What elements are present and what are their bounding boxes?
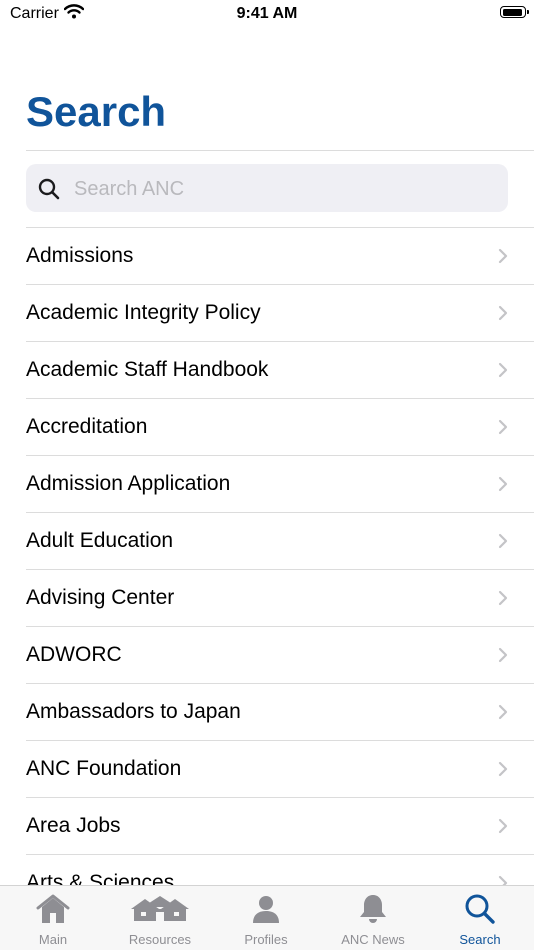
list-item-label: Admissions xyxy=(26,244,134,267)
list-item-label: ADWORC xyxy=(26,643,122,666)
list-item-label: Accreditation xyxy=(26,415,148,438)
buildings-icon xyxy=(107,892,213,926)
tab-bar: Main Resources Profiles ANC News Search xyxy=(0,885,534,950)
list-item[interactable]: ADWORC xyxy=(26,627,534,684)
chevron-right-icon xyxy=(498,476,508,497)
list-item-label: Academic Integrity Policy xyxy=(26,301,261,324)
house-icon xyxy=(0,892,106,926)
page-title: Search xyxy=(26,88,167,135)
chevron-right-icon xyxy=(498,704,508,725)
bell-icon xyxy=(320,892,426,926)
magnifier-icon xyxy=(427,892,533,926)
chevron-right-icon xyxy=(498,590,508,611)
battery-icon xyxy=(500,6,529,18)
list-item[interactable]: Accreditation xyxy=(26,399,534,456)
tab-label: Main xyxy=(38,932,68,947)
tab-resources[interactable]: Resources xyxy=(107,886,213,950)
tab-label: Resources xyxy=(128,932,192,947)
search-field[interactable] xyxy=(26,164,508,214)
list-item[interactable]: Academic Staff Handbook xyxy=(26,342,534,399)
list-item[interactable]: Admissions xyxy=(26,228,534,285)
list-item-label: Adult Education xyxy=(26,529,174,552)
chevron-right-icon xyxy=(498,761,508,782)
list-item-label: ANC Foundation xyxy=(26,757,182,780)
search-icon xyxy=(37,177,61,206)
chevron-right-icon xyxy=(498,305,508,326)
list-item-label: Advising Center xyxy=(26,586,175,609)
list-item-label: Academic Staff Handbook xyxy=(26,358,269,381)
chevron-right-icon xyxy=(498,647,508,668)
list-item[interactable]: Adult Education xyxy=(26,513,534,570)
status-bar: Carrier 9:41 AM xyxy=(0,0,534,28)
chevron-right-icon xyxy=(498,533,508,554)
tab-label: Search xyxy=(459,932,501,947)
list-item[interactable]: ANC Foundation xyxy=(26,741,534,798)
chevron-right-icon xyxy=(498,248,508,269)
list-item[interactable]: Advising Center xyxy=(26,570,534,627)
tab-search[interactable]: Search xyxy=(427,886,533,950)
tab-label: ANC News xyxy=(341,932,405,947)
list-item-label: Ambassadors to Japan xyxy=(26,700,241,723)
list-item[interactable]: Academic Integrity Policy xyxy=(26,285,534,342)
tab-anc-news[interactable]: ANC News xyxy=(320,886,426,950)
person-icon xyxy=(213,892,319,926)
tab-profiles[interactable]: Profiles xyxy=(213,886,319,950)
list-item[interactable]: Ambassadors to Japan xyxy=(26,684,534,741)
list-item[interactable]: Admission Application xyxy=(26,456,534,513)
chevron-right-icon xyxy=(498,818,508,839)
divider xyxy=(26,150,534,151)
chevron-right-icon xyxy=(498,419,508,440)
search-results-list: Admissions Academic Integrity Policy Acade… xyxy=(0,228,534,912)
list-item[interactable]: Area Jobs xyxy=(26,798,534,855)
chevron-right-icon xyxy=(498,362,508,383)
list-item-label: Admission Application xyxy=(26,472,231,495)
status-time: 9:41 AM xyxy=(236,5,298,22)
tab-main[interactable]: Main xyxy=(0,886,106,950)
search-input[interactable] xyxy=(72,164,496,214)
list-item-label: Area Jobs xyxy=(26,814,121,837)
tab-label: Profiles xyxy=(244,932,288,947)
